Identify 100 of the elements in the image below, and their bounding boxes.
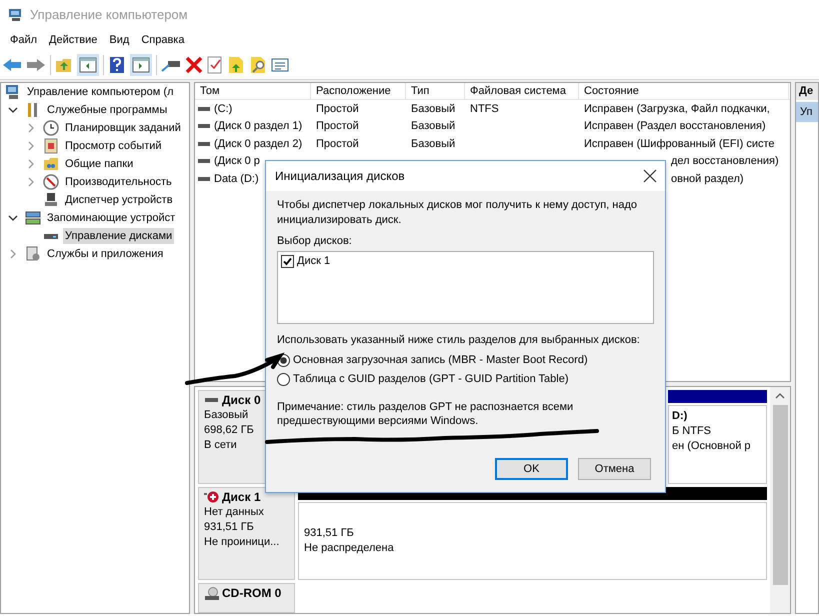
- checklist-icon[interactable]: [207, 56, 223, 74]
- collapse-chevron-icon[interactable]: [26, 141, 36, 151]
- shared-folder-icon: [43, 156, 59, 172]
- tree-item[interactable]: Запоминающие устройст: [45, 210, 178, 226]
- menu-item[interactable]: Файл: [4, 32, 44, 48]
- tree-item[interactable]: Производительность: [63, 174, 174, 190]
- tree-item[interactable]: Службы и приложения: [45, 246, 166, 262]
- help-icon[interactable]: [108, 56, 126, 74]
- window-title: Управление компьютером: [30, 6, 188, 24]
- table-cell-text: NTFS: [470, 102, 499, 116]
- collapse-chevron-icon[interactable]: [26, 159, 36, 169]
- table-cell-text: (C:): [214, 102, 232, 116]
- table-cell-text: Исправен (Загрузка, Файл подкачки,: [584, 102, 770, 116]
- event-log-icon: [43, 138, 59, 154]
- device-icon: [43, 192, 59, 208]
- note-text: Примечание: стиль разделов GPT не распознается всеми предшествующими версиями Windows.: [277, 400, 574, 428]
- partition-info: D:): [672, 409, 688, 424]
- expand-chevron-icon[interactable]: [8, 213, 18, 223]
- column-header[interactable]: Файловая система: [465, 83, 579, 99]
- column-header[interactable]: Тип: [406, 83, 465, 99]
- disk-info: Не проиници...: [204, 534, 280, 550]
- folder-arrow-icon[interactable]: [227, 56, 245, 74]
- table-cell-text: Исправен (Шифрованный (EFI) систе: [584, 136, 775, 152]
- partition-info: Не распределена: [304, 540, 395, 556]
- cancel-button[interactable]: Отмена: [578, 458, 651, 480]
- close-icon[interactable]: [643, 169, 657, 183]
- partition-style-label: Использовать указанный ниже стиль разделов для выбранных дисков:: [277, 333, 641, 348]
- table-cell-text: дел восстановления): [671, 154, 779, 169]
- checkbox[interactable]: [281, 255, 294, 268]
- gauge-icon: [43, 174, 59, 190]
- volume-icon: [198, 106, 210, 112]
- delete-icon[interactable]: [185, 56, 203, 74]
- table-cell-text: (Диск 0 раздел 2): [214, 136, 302, 152]
- disk-info: 698,62 ГБ: [204, 423, 255, 438]
- table-cell-text: Data (D:): [214, 172, 259, 186]
- column-header[interactable]: Расположение: [311, 83, 406, 99]
- table-cell-text: Базовый: [411, 102, 456, 116]
- actions-header: Де: [796, 83, 818, 100]
- table-cell-text: Базовый: [411, 136, 456, 152]
- disk-list[interactable]: Диск 1: [277, 251, 654, 324]
- tree-item[interactable]: Диспетчер устройств: [63, 192, 175, 208]
- partition-info: ен (Основной р: [672, 439, 752, 454]
- disk-name: Диск 0: [222, 393, 261, 408]
- disk-info: 931,51 ГБ: [204, 520, 255, 535]
- radio-label[interactable]: Основная загрузочная запись (MBR - Master Boot Record): [293, 353, 588, 368]
- storage-icon: [25, 210, 41, 226]
- table-cell-text: Базовый: [411, 119, 456, 134]
- volume-icon: [198, 123, 210, 130]
- scroll-up-icon[interactable]: [775, 391, 785, 401]
- menu-item[interactable]: Вид: [103, 32, 136, 48]
- partition-info: Б NTFS: [672, 424, 712, 439]
- collapse-chevron-icon[interactable]: [8, 249, 18, 259]
- list-label: Выбор дисков:: [277, 234, 353, 249]
- tree-item[interactable]: Просмотр событий: [63, 138, 164, 154]
- disk-info: В сети: [204, 438, 238, 453]
- computer-icon: [8, 7, 24, 23]
- properties-icon[interactable]: [271, 56, 289, 72]
- radio-button[interactable]: [277, 373, 290, 386]
- menu-item[interactable]: Справка: [135, 32, 190, 48]
- disk-info: Нет данных: [204, 504, 265, 520]
- scrollbar-thumb[interactable]: [772, 405, 788, 585]
- tree-item[interactable]: Управление дисками: [63, 228, 174, 244]
- tree-item[interactable]: Общие папки: [63, 156, 136, 172]
- tree-item[interactable]: Служебные программы: [45, 102, 170, 118]
- table-cell-text: Простой: [316, 136, 359, 152]
- table-cell-text: Простой: [316, 102, 359, 116]
- volume-icon: [198, 158, 210, 164]
- action-item[interactable]: Уп: [796, 102, 818, 122]
- table-cell-text: (Диск 0 раздел 1): [214, 119, 302, 134]
- column-header[interactable]: Том: [195, 83, 311, 99]
- volume-icon: [198, 176, 210, 182]
- disk-name: Диск 1: [222, 490, 261, 505]
- partition-info: 931,51 ГБ: [304, 526, 355, 541]
- collapse-chevron-icon[interactable]: [26, 123, 36, 133]
- table-cell-text: (Диск 0 р: [214, 154, 260, 169]
- forward-arrow-icon[interactable]: [26, 56, 46, 72]
- clock-icon: [43, 120, 59, 136]
- disk-name: CD-ROM 0: [222, 586, 282, 602]
- folder-search-icon[interactable]: [249, 56, 267, 74]
- column-header[interactable]: Состояние: [579, 83, 789, 99]
- tree-item[interactable]: Управление компьютером (л: [25, 84, 176, 100]
- list-item[interactable]: Диск 1: [297, 254, 330, 269]
- collapse-chevron-icon[interactable]: [26, 177, 36, 187]
- table-cell-text: Исправен (Раздел восстановления): [584, 119, 766, 134]
- expand-chevron-icon[interactable]: [8, 105, 18, 115]
- radio-label[interactable]: Таблица с GUID разделов (GPT - GUID Partition Table): [293, 372, 569, 387]
- menu-item[interactable]: Действие: [43, 32, 104, 48]
- panel-toggle-icon[interactable]: [77, 54, 99, 76]
- disk-error-icon: [204, 490, 220, 504]
- panel-toggle-icon[interactable]: [130, 54, 152, 76]
- tree-item[interactable]: Планировщик заданий: [63, 120, 183, 136]
- dialog-message: Чтобы диспетчер локальных дисков мог получить к нему доступ, надо инициализировать диск.: [277, 198, 638, 228]
- table-cell-text: Простой: [316, 119, 359, 134]
- back-arrow-icon[interactable]: [2, 56, 22, 72]
- services-icon: [25, 246, 41, 262]
- cd-drive-icon: [204, 586, 220, 601]
- table-cell-text: овной раздел): [671, 172, 744, 186]
- volume-icon: [198, 140, 210, 147]
- ok-button[interactable]: OK: [495, 458, 568, 480]
- computer-icon: [5, 84, 21, 100]
